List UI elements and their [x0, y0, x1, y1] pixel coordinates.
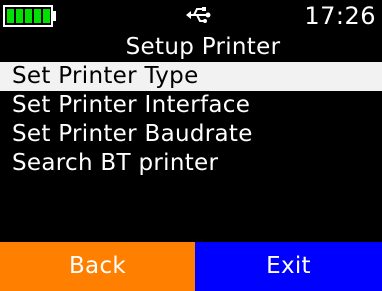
menu-item-set-printer-type[interactable]: Set Printer Type	[0, 62, 382, 91]
battery-cell	[25, 9, 32, 23]
battery-cell	[7, 9, 14, 23]
menu-list: Set Printer Type Set Printer Interface S…	[0, 62, 382, 178]
back-button[interactable]: Back	[0, 242, 195, 291]
usb-icon	[186, 7, 211, 23]
status-bar: 17:26	[0, 0, 382, 32]
exit-button[interactable]: Exit	[195, 242, 382, 291]
page-title: Setup Printer	[125, 34, 281, 60]
menu-item-set-printer-baudrate[interactable]: Set Printer Baudrate	[0, 120, 382, 149]
battery-full-icon	[3, 5, 56, 27]
menu-item-search-bt-printer[interactable]: Search BT printer	[0, 149, 382, 178]
battery-cell	[16, 9, 23, 23]
battery-cell	[34, 9, 41, 23]
menu-item-set-printer-interface[interactable]: Set Printer Interface	[0, 91, 382, 120]
battery-cell	[43, 9, 50, 23]
clock: 17:26	[304, 2, 376, 30]
softkey-bar: Back Exit	[0, 242, 382, 291]
